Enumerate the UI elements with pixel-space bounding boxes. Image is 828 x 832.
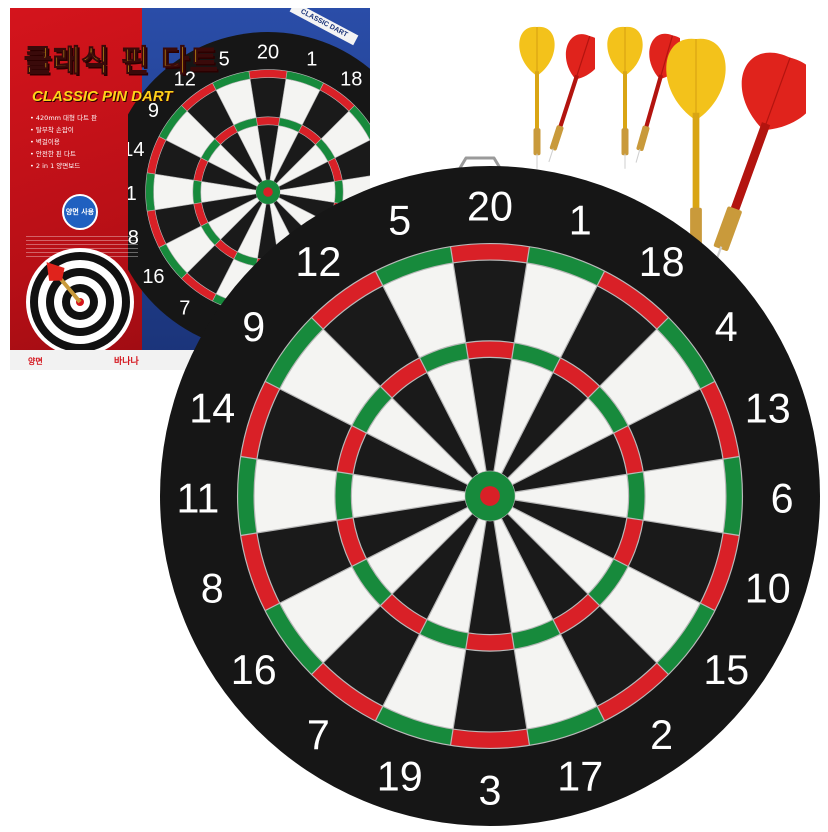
board-number-label: 4 xyxy=(715,304,738,350)
dart-shaft xyxy=(557,74,579,130)
triple-ring-segment xyxy=(465,340,515,360)
box-corner-label: 양면 xyxy=(28,357,43,366)
board-number-label: 1 xyxy=(306,48,317,70)
box-title-english: CLASSIC PIN DART xyxy=(32,88,173,105)
board-number-label: 17 xyxy=(557,753,603,799)
box-feature-item: 420mm 대형 다트 판 xyxy=(30,112,142,124)
triple-ring-segment xyxy=(626,471,646,521)
dartboard: 20 1 18 413 6 10 15 2 17 3 19 7 168 11 149 12 5 xyxy=(160,166,820,826)
board-number-label: 11 xyxy=(177,476,220,522)
box-feature-item: 탈부착 손잡이 xyxy=(30,124,142,136)
box-feature-item: 2 in 1 양면보드 xyxy=(30,160,142,172)
dart-barrel xyxy=(533,128,541,156)
box-feature-item: 안전한 핀 다트 xyxy=(30,148,142,160)
dart-point xyxy=(548,148,554,163)
dart-barrel xyxy=(549,125,564,151)
dart-point xyxy=(635,148,641,163)
board-number-label: 19 xyxy=(377,753,423,799)
board-number-label: 7 xyxy=(307,712,330,758)
box-feature-item: 벽걸이용 xyxy=(30,136,142,148)
board-number-label: 9 xyxy=(242,304,265,350)
board-number-label: 10 xyxy=(745,566,791,612)
box-title-korean: 클래식 핀 다트 xyxy=(24,44,219,80)
board-number-label: 20 xyxy=(467,183,513,229)
board-number-label: 14 xyxy=(189,385,235,431)
board-number-label: 1 xyxy=(569,198,592,244)
board-number-label: 16 xyxy=(231,647,277,693)
dart-red-small xyxy=(548,34,595,163)
board-number-label: 20 xyxy=(257,41,279,63)
board-number-label: 5 xyxy=(388,198,411,244)
board-number-label: 3 xyxy=(479,768,502,814)
box-feature-list: 420mm 대형 다트 판 탈부착 손잡이 벽걸이용 안전한 핀 다트 2 in… xyxy=(30,112,142,172)
board-number-label: 6 xyxy=(771,476,794,522)
board-number-label: 8 xyxy=(201,566,224,612)
dart-shaft xyxy=(535,71,539,132)
board-number-label: 5 xyxy=(219,48,230,70)
board-number-label: 13 xyxy=(745,385,791,431)
triple-ring-segment xyxy=(256,116,280,126)
board-number-label: 2 xyxy=(650,712,673,758)
box-two-sided-badge: 양면 사용 xyxy=(62,194,98,230)
bullseye xyxy=(480,486,500,506)
board-number-label: 11 xyxy=(128,183,137,205)
triple-ring-segment xyxy=(334,471,354,521)
board-number-label: 18 xyxy=(639,239,685,285)
box-target-image xyxy=(26,248,134,356)
dart-barrel xyxy=(636,125,650,151)
board-number-label: 15 xyxy=(703,647,749,693)
triple-ring-segment xyxy=(465,632,515,652)
brand-logo: 바나나 xyxy=(114,357,139,367)
board-number-label: 12 xyxy=(295,239,341,285)
board-number-label: 18 xyxy=(340,68,362,90)
dart-shaft xyxy=(623,71,627,132)
